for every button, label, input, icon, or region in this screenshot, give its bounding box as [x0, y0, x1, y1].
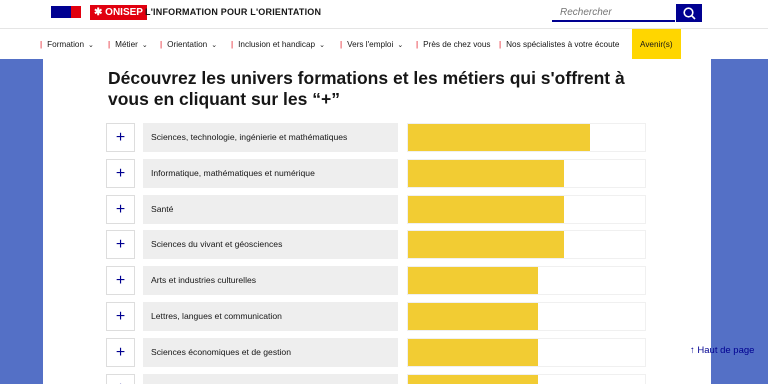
row-label[interactable]: Sciences du vivant et géosciences	[143, 230, 398, 259]
nav-orientation[interactable]: | Orientation ⌄	[160, 29, 217, 60]
row-label[interactable]: Santé	[143, 195, 398, 224]
chevron-down-icon: ⌄	[141, 42, 148, 49]
republique-francaise-logo[interactable]	[51, 6, 81, 18]
nav-formation[interactable]: | Formation ⌄	[40, 29, 94, 60]
expand-button[interactable]: +	[106, 123, 135, 152]
bar-track	[407, 195, 646, 224]
nav-avenirs-label: Avenir(s)	[640, 40, 673, 49]
bar-track	[407, 338, 646, 367]
bar-fill	[408, 160, 565, 187]
list-item: + Arts et industries culturelles	[106, 266, 646, 295]
plus-icon: +	[115, 307, 126, 325]
top-header: ✱ ONISEP L'INFORMATION POUR L'ORIENTATIO…	[0, 0, 768, 28]
nav-inclusion[interactable]: | Inclusion et handicap ⌄	[231, 29, 325, 60]
chevron-down-icon: ⌄	[397, 42, 404, 49]
bar-fill	[408, 267, 539, 294]
search-icon	[682, 6, 696, 20]
row-label[interactable]: Informatique, mathématiques et numérique	[143, 159, 398, 188]
bar-track	[407, 374, 646, 384]
expand-button[interactable]: +	[106, 230, 135, 259]
plus-icon: +	[115, 343, 126, 361]
list-item: + Santé	[106, 195, 646, 224]
expand-button[interactable]: +	[106, 338, 135, 367]
nav-pres-de-chez-vous[interactable]: | Près de chez vous	[416, 29, 491, 60]
nav-emploi-label: Vers l'emploi	[347, 40, 394, 49]
nav-pres-label: Près de chez vous	[423, 40, 491, 49]
nav-specialistes[interactable]: | Nos spécialistes à votre écoute	[499, 29, 619, 60]
bar-fill	[408, 124, 591, 151]
bar-track	[407, 266, 646, 295]
back-to-top-label: Haut de page	[697, 345, 755, 356]
search-button[interactable]	[676, 4, 702, 22]
bar-fill	[408, 196, 565, 223]
bar-fill	[408, 231, 565, 258]
list-item: + Lettres, langues et communication	[106, 302, 646, 331]
chevron-down-icon: ⌄	[88, 42, 94, 49]
row-label[interactable]: Lettres, langues et communication	[143, 302, 398, 331]
row-label[interactable]: Arts et industries culturelles	[143, 266, 398, 295]
main-nav: | Formation ⌄ | Métier ⌄ | Orientation ⌄ | Incl…	[0, 28, 768, 60]
chevron-down-icon: ⌄	[211, 42, 218, 49]
plus-icon: +	[115, 271, 126, 289]
chevron-down-icon: ⌄	[319, 42, 325, 49]
list-item: + Sciences économiques et de gestion	[106, 338, 646, 367]
nav-specialistes-label: Nos spécialistes à votre écoute	[506, 40, 620, 49]
bar-track	[407, 302, 646, 331]
plus-icon: +	[115, 164, 126, 182]
page-title: Découvrez les univers formations et les …	[108, 68, 625, 109]
onisep-logo-text: ONISEP	[105, 7, 143, 18]
bar-fill	[408, 375, 539, 384]
nav-orientation-label: Orientation	[167, 40, 208, 49]
plus-icon: +	[115, 235, 126, 253]
row-label[interactable]: Sciences économiques et de gestion	[143, 338, 398, 367]
nav-formation-label: Formation	[47, 40, 84, 49]
site-tagline: L'INFORMATION POUR L'ORIENTATION	[145, 7, 322, 17]
list-item: + Informatique, mathématiques et numériq…	[106, 159, 646, 188]
bar-track	[407, 123, 646, 152]
plus-icon: +	[115, 200, 126, 218]
list-item: + Sciences du vivant et géosciences	[106, 230, 646, 259]
row-label[interactable]: Sciences, technologie, ingénierie et mat…	[143, 123, 398, 152]
onisep-logo[interactable]: ✱ ONISEP	[90, 5, 147, 20]
bar-track	[407, 230, 646, 259]
expand-button[interactable]: +	[106, 159, 135, 188]
list-item: + Sciences, technologie, ingénierie et m…	[106, 123, 646, 152]
search-input[interactable]	[552, 4, 675, 22]
bar-fill	[408, 303, 539, 330]
list-item: +	[106, 374, 646, 384]
back-to-top-link[interactable]: ↑ Haut de page	[690, 345, 754, 356]
arrow-up-icon: ↑	[690, 345, 695, 356]
main-content: Découvrez les univers formations et les …	[43, 59, 711, 384]
nav-avenirs[interactable]: Avenir(s)	[632, 29, 681, 60]
plus-icon: +	[115, 128, 126, 146]
nav-emploi[interactable]: | Vers l'emploi ⌄	[340, 29, 403, 60]
expand-button[interactable]: +	[106, 302, 135, 331]
bar-fill	[408, 339, 539, 366]
expand-button[interactable]: +	[106, 195, 135, 224]
nav-metier[interactable]: | Métier ⌄	[108, 29, 148, 60]
expand-button[interactable]: +	[106, 266, 135, 295]
expand-button[interactable]: +	[106, 374, 135, 384]
row-label[interactable]	[143, 374, 398, 384]
nav-inclusion-label: Inclusion et handicap	[238, 40, 316, 49]
plus-icon: +	[116, 380, 125, 384]
nav-metier-label: Métier	[115, 40, 138, 49]
bar-track	[407, 159, 646, 188]
